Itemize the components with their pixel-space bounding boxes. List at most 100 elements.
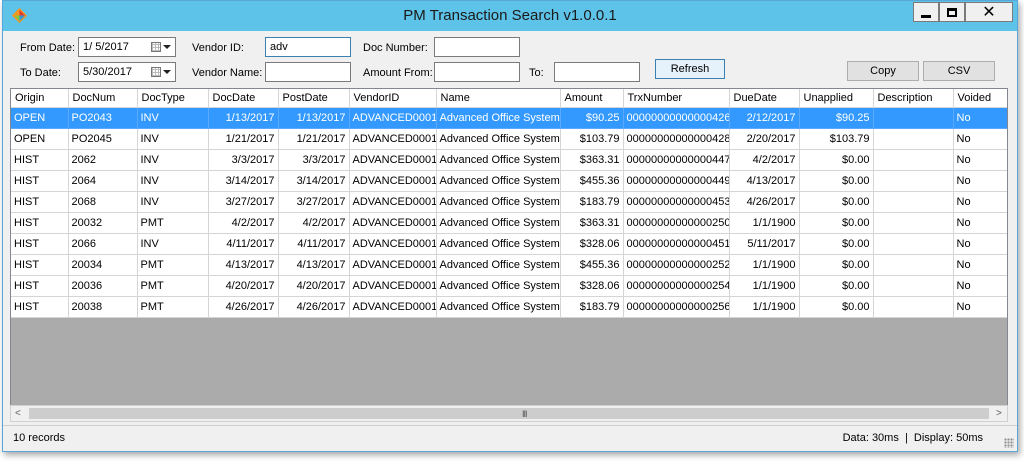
column-header[interactable]: DocDate xyxy=(208,89,279,108)
table-row[interactable]: HIST 2064 INV 3/14/2017 3/14/2017 ADVANCED000… xyxy=(11,170,1007,192)
table-cell: 2/20/2017 xyxy=(729,128,800,150)
table-cell: Advanced Office Systems xyxy=(436,149,561,171)
table-cell: $455.36 xyxy=(560,170,624,192)
table-cell: HIST xyxy=(11,212,69,234)
table-cell: ADVANCED0001 xyxy=(349,128,437,150)
table-cell xyxy=(873,107,954,129)
table-row[interactable]: OPEN PO2045 INV 1/21/2017 1/21/2017 ADVANCED0… xyxy=(11,128,1007,150)
table-cell: 00000000000000449 xyxy=(623,170,730,192)
table-cell: 3/3/2017 xyxy=(208,149,279,171)
column-header[interactable]: PostDate xyxy=(278,89,350,108)
table-cell: INV xyxy=(137,170,209,192)
to-date-dropdown-button[interactable] xyxy=(151,65,173,79)
table-cell: $0.00 xyxy=(799,212,874,234)
table-cell: No xyxy=(953,149,1007,171)
column-header[interactable]: DocNum xyxy=(68,89,138,108)
table-cell: 3/27/2017 xyxy=(278,191,350,213)
table-cell: 3/3/2017 xyxy=(278,149,350,171)
table-cell: 5/11/2017 xyxy=(729,233,800,255)
table-cell xyxy=(873,170,954,192)
column-header[interactable]: DueDate xyxy=(729,89,800,108)
table-cell: 4/26/2017 xyxy=(729,191,800,213)
table-cell: $0.00 xyxy=(799,233,874,255)
table-row[interactable]: HIST 2062 INV 3/3/2017 3/3/2017 ADVANCED0001 A… xyxy=(11,149,1007,171)
column-header[interactable]: Voided xyxy=(953,89,1007,108)
table-cell: 1/1/1900 xyxy=(729,275,800,297)
table-cell: No xyxy=(953,254,1007,276)
table-cell: 00000000000000252 xyxy=(623,254,730,276)
column-header[interactable]: TrxNumber xyxy=(623,89,730,108)
table-cell: 1/1/1900 xyxy=(729,296,800,318)
table-row[interactable]: HIST 20038 PMT 4/26/2017 4/26/2017 ADVANCED00… xyxy=(11,296,1007,318)
csv-button[interactable]: CSV xyxy=(923,61,995,81)
window-title: PM Transaction Search v1.0.0.1 xyxy=(403,7,617,24)
amount-to-input[interactable] xyxy=(554,62,640,82)
column-header[interactable]: Name xyxy=(436,89,561,108)
table-cell: 20034 xyxy=(68,254,138,276)
table-cell: $363.31 xyxy=(560,149,624,171)
table-cell: Advanced Office Systems xyxy=(436,275,561,297)
status-bar: 10 records Data: 30ms | Display: 50ms xyxy=(3,425,1017,451)
table-cell: ADVANCED0001 xyxy=(349,275,437,297)
table-cell: 00000000000000256 xyxy=(623,296,730,318)
maximize-button[interactable] xyxy=(939,2,965,22)
vendor-id-input[interactable] xyxy=(265,37,351,57)
table-cell: Advanced Office Systems xyxy=(436,170,561,192)
table-cell: Advanced Office Systems xyxy=(436,254,561,276)
column-header[interactable]: VendorID xyxy=(349,89,437,108)
table-cell: 4/2/2017 xyxy=(208,212,279,234)
table-row[interactable]: HIST 2066 INV 4/11/2017 4/11/2017 ADVANCED000… xyxy=(11,233,1007,255)
results-grid[interactable]: Origin DocNum DocType DocDate PostDate Vendor… xyxy=(10,88,1008,421)
table-cell: 4/20/2017 xyxy=(278,275,350,297)
scroll-thumb[interactable]: III xyxy=(29,408,989,419)
table-cell: PO2043 xyxy=(68,107,138,129)
amount-from-input[interactable] xyxy=(434,62,520,82)
to-date-picker[interactable]: 5/30/2017 xyxy=(78,62,176,82)
close-button[interactable]: ✕ xyxy=(965,2,1013,22)
table-cell: 1/13/2017 xyxy=(208,107,279,129)
table-cell: $0.00 xyxy=(799,149,874,171)
from-date-label: From Date: xyxy=(20,42,76,54)
grid-body: OPEN PO2043 INV 1/13/2017 1/13/2017 ADVANCED0… xyxy=(11,107,1007,318)
scroll-right-arrow-icon[interactable]: > xyxy=(996,408,1002,419)
table-cell: PMT xyxy=(137,296,209,318)
minimize-button[interactable] xyxy=(913,2,939,22)
column-header[interactable]: Unapplied xyxy=(799,89,874,108)
from-date-picker[interactable]: 1/ 5/2017 xyxy=(78,37,176,57)
table-cell: INV xyxy=(137,128,209,150)
column-header[interactable]: Amount xyxy=(560,89,624,108)
table-row[interactable]: OPEN PO2043 INV 1/13/2017 1/13/2017 ADVANCED0… xyxy=(11,107,1007,129)
column-header[interactable]: DocType xyxy=(137,89,209,108)
amount-to-label: To: xyxy=(529,67,544,79)
table-cell xyxy=(873,233,954,255)
table-cell: 00000000000000426 xyxy=(623,107,730,129)
table-cell: ADVANCED0001 xyxy=(349,170,437,192)
column-header[interactable]: Description xyxy=(873,89,954,108)
table-cell: 4/26/2017 xyxy=(278,296,350,318)
scroll-left-arrow-icon[interactable]: < xyxy=(15,408,21,419)
table-cell: Advanced Office Systems xyxy=(436,128,561,150)
from-date-dropdown-button[interactable] xyxy=(151,40,173,54)
copy-button[interactable]: Copy xyxy=(847,61,919,81)
doc-number-input[interactable] xyxy=(434,37,520,57)
resize-grip-icon[interactable] xyxy=(1004,438,1014,448)
vendor-name-input[interactable] xyxy=(265,62,351,82)
table-cell: $90.25 xyxy=(560,107,624,129)
title-bar[interactable]: PM Transaction Search v1.0.0.1 ✕ xyxy=(3,1,1017,31)
table-row[interactable]: HIST 20036 PMT 4/20/2017 4/20/2017 ADVANCED00… xyxy=(11,275,1007,297)
table-cell: HIST xyxy=(11,275,69,297)
table-cell: ADVANCED0001 xyxy=(349,254,437,276)
table-cell: 00000000000000254 xyxy=(623,275,730,297)
refresh-button[interactable]: Refresh xyxy=(655,59,725,79)
table-cell: 4/11/2017 xyxy=(278,233,350,255)
table-cell: 4/13/2017 xyxy=(208,254,279,276)
table-row[interactable]: HIST 20034 PMT 4/13/2017 4/13/2017 ADVANCED00… xyxy=(11,254,1007,276)
horizontal-scrollbar[interactable]: < III > xyxy=(10,405,1008,422)
table-row[interactable]: HIST 20032 PMT 4/2/2017 4/2/2017 ADVANCED0001… xyxy=(11,212,1007,234)
table-cell: $0.00 xyxy=(799,170,874,192)
table-cell: Advanced Office Systems xyxy=(436,233,561,255)
table-cell: PO2045 xyxy=(68,128,138,150)
table-row[interactable]: HIST 2068 INV 3/27/2017 3/27/2017 ADVANCED000… xyxy=(11,191,1007,213)
column-header[interactable]: Origin xyxy=(11,89,69,108)
table-cell: 20032 xyxy=(68,212,138,234)
